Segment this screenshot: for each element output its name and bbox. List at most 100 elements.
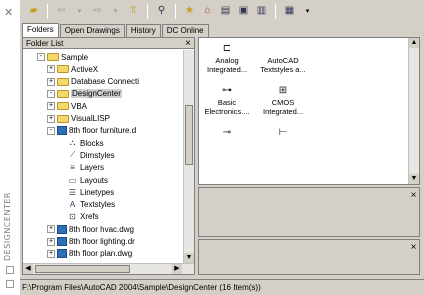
folder-tree-pane: Folder List × - Sample + ActiveX + Database C… <box>22 37 195 275</box>
back-icon[interactable]: ⇦ <box>54 4 69 19</box>
tab-dc-online[interactable]: DC Online <box>161 24 209 37</box>
content-pane: ⊏ Analog Integrated... AutoCAD Textstyles … <box>198 37 420 185</box>
tree-item-label: ActiveX <box>71 64 99 74</box>
tree-item-label: 8th floor hvac.dwg <box>69 224 134 234</box>
palette-title: DESIGNCENTER <box>3 192 12 262</box>
tree-item-label: Sample <box>61 52 89 62</box>
scrollbar-thumb[interactable] <box>35 265 130 273</box>
content-item[interactable]: ⊢ <box>257 126 309 140</box>
tree-item[interactable]: ▭ Layouts <box>57 175 108 185</box>
expand-icon[interactable]: + <box>47 102 55 111</box>
tree-item[interactable]: - DesignCenter <box>47 89 122 99</box>
tree-item[interactable]: ☰ Linetypes <box>57 187 114 197</box>
collapse-icon[interactable]: - <box>37 53 45 61</box>
folder-tree: - Sample + ActiveX + Database Connecti - Design… <box>23 50 183 263</box>
search-icon[interactable]: ⚲ <box>154 4 169 19</box>
content-item[interactable]: AutoCAD Textstyles a... <box>257 42 309 74</box>
tree-item-label: 8th floor furniture.d <box>69 126 137 136</box>
tree-item[interactable]: ⊡ Xrefs <box>57 212 99 222</box>
scroll-left-icon[interactable]: ◀ <box>23 264 33 274</box>
tree-item[interactable]: - Sample <box>37 52 88 62</box>
palette-side-strip: ✕ DESIGNCENTER <box>0 0 20 295</box>
tree-item[interactable]: A Textstyles <box>57 200 115 210</box>
scroll-down-icon[interactable]: ▼ <box>409 174 419 184</box>
expand-icon[interactable]: + <box>47 77 55 86</box>
toolbar-separator <box>275 3 276 19</box>
content-item[interactable]: ⊏ Analog Integrated... <box>201 42 253 74</box>
forward-icon[interactable]: ⇨ <box>90 4 105 19</box>
tree-item-label: Linetypes <box>80 187 115 197</box>
tree-item[interactable]: + VBA <box>47 101 87 111</box>
collapse-icon[interactable]: - <box>47 126 55 135</box>
favorites-icon[interactable]: ★ <box>182 4 197 19</box>
forward-dropdown-icon[interactable]: ▾ <box>108 4 123 19</box>
tree-item[interactable]: + VisualLISP <box>47 114 110 124</box>
tree-item[interactable]: ≡ Layers <box>57 163 104 173</box>
tree-horizontal-scrollbar[interactable]: ◀ ▶ <box>23 263 194 274</box>
tree-item[interactable]: ⛬ Blocks <box>57 138 104 148</box>
tree-item-label: 8th floor lighting.dr <box>69 237 135 246</box>
description-pane: × <box>198 239 420 275</box>
expand-icon[interactable]: + <box>47 65 55 74</box>
expand-icon[interactable]: + <box>47 237 55 246</box>
block-preview-icon <box>257 42 309 56</box>
folder-icon <box>57 77 69 86</box>
tree-item[interactable]: - 8th floor furniture.d <box>47 126 136 136</box>
expand-icon[interactable]: + <box>47 114 55 123</box>
block-preview-icon: ⊸ <box>222 127 232 138</box>
tree-item[interactable]: +8th floor lighting.dr <box>47 237 135 247</box>
content-item[interactable]: ⊸ <box>201 126 253 140</box>
tree-vertical-scrollbar[interactable]: ▼ <box>183 50 194 263</box>
scroll-down-icon[interactable]: ▼ <box>184 253 194 263</box>
tree-item[interactable]: +8th floor plan.dwg <box>47 249 132 259</box>
scrollbar-thumb[interactable] <box>185 105 193 165</box>
status-bar: F:\Program Files\AutoCAD 2004\Sample\Des… <box>20 279 424 295</box>
views-icon[interactable]: ▦ <box>282 4 297 19</box>
views-dropdown-icon[interactable]: ▾ <box>300 4 315 19</box>
tab-history[interactable]: History <box>125 24 161 37</box>
content-item[interactable]: ⊶ Basic Electronics.... <box>201 84 253 116</box>
content-item[interactable]: ⊞ CMOS Integrated... <box>257 84 309 116</box>
block-preview-icon: ⊏ <box>222 43 232 54</box>
tree-item[interactable]: + ActiveX <box>47 64 98 74</box>
tab-open-drawings[interactable]: Open Drawings <box>59 24 125 37</box>
expand-icon[interactable]: + <box>47 225 55 234</box>
scroll-up-icon[interactable]: ▲ <box>409 38 419 48</box>
content-type-icon: ≡ <box>70 163 75 173</box>
folder-list-header: Folder List × <box>23 38 194 49</box>
back-dropdown-icon[interactable]: ▾ <box>72 4 87 19</box>
scroll-right-icon[interactable]: ▶ <box>172 264 182 274</box>
close-icon[interactable]: ✕ <box>4 6 13 19</box>
home-icon[interactable]: ⌂ <box>200 4 215 19</box>
tree-item-label: Database Connecti <box>71 77 140 87</box>
preview-icon[interactable]: ▣ <box>236 4 251 19</box>
expand-icon[interactable]: + <box>47 249 55 258</box>
folder-icon <box>57 89 69 98</box>
content-vertical-scrollbar[interactable]: ▲ ▼ <box>408 38 419 184</box>
close-icon[interactable]: × <box>408 242 419 253</box>
close-icon[interactable]: × <box>408 190 419 201</box>
folder-icon <box>57 114 69 123</box>
properties-icon[interactable] <box>6 266 14 274</box>
tree-item-label: DesignCenter <box>71 89 122 99</box>
drawing-icon <box>57 237 67 246</box>
toolbar-separator <box>147 3 148 19</box>
description-icon[interactable]: ▥ <box>254 4 269 19</box>
close-icon[interactable]: × <box>185 38 191 49</box>
tree-item-label: Layouts <box>80 175 109 185</box>
tree-item-label: VisualLISP <box>71 114 110 123</box>
tree-item[interactable]: ⟋ Dimstyles <box>57 150 115 160</box>
tree-item[interactable]: +8th floor hvac.dwg <box>47 224 134 234</box>
toolbar-separator <box>47 3 48 19</box>
tree-view-icon[interactable]: ▤ <box>218 4 233 19</box>
autohide-icon[interactable] <box>6 280 14 288</box>
collapse-icon[interactable]: - <box>47 89 55 98</box>
up-icon[interactable]: ⇧ <box>126 4 141 19</box>
tree-item[interactable]: + Database Connecti <box>47 77 139 87</box>
content-grid: ⊏ Analog Integrated... AutoCAD Textstyles … <box>199 38 409 184</box>
content-item-label: CMOS Integrated... <box>262 98 304 116</box>
load-icon[interactable]: ▰ <box>26 4 41 19</box>
block-preview-icon: ⊢ <box>278 127 288 138</box>
content-type-icon: ⟋ <box>69 150 76 160</box>
tab-folders[interactable]: Folders <box>22 23 59 37</box>
